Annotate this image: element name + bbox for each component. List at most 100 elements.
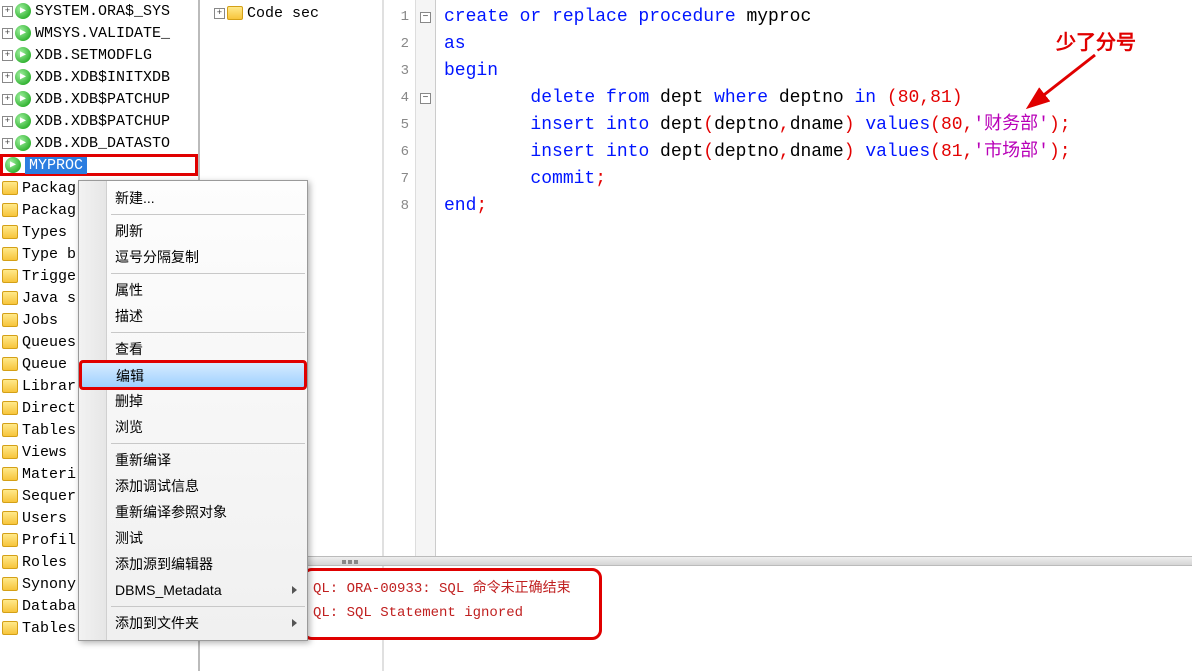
expand-icon[interactable]: + bbox=[2, 72, 13, 83]
folder-icon bbox=[2, 467, 18, 481]
tree-item-label: Type b bbox=[22, 246, 76, 263]
folder-icon bbox=[2, 555, 18, 569]
tree-item-procedure[interactable]: +▶XDB.XDB$PATCHUP bbox=[0, 88, 198, 110]
folder-icon bbox=[2, 379, 18, 393]
expand-icon[interactable]: + bbox=[2, 28, 13, 39]
expand-icon[interactable]: + bbox=[2, 94, 13, 105]
annotation-arrow bbox=[1020, 50, 1110, 110]
menu-item[interactable]: 描述 bbox=[79, 303, 307, 329]
menu-separator bbox=[111, 273, 305, 274]
expand-icon[interactable]: + bbox=[2, 50, 13, 61]
menu-item[interactable]: 添加调试信息 bbox=[79, 473, 307, 499]
tree-item-label: Roles bbox=[22, 554, 67, 571]
tree-item-label: Java s bbox=[22, 290, 76, 307]
tree-item-myproc[interactable]: ▶ MYPROC bbox=[0, 154, 198, 176]
menu-item[interactable]: 刷新 bbox=[79, 218, 307, 244]
menu-separator bbox=[111, 214, 305, 215]
tree-item-label: Packag bbox=[22, 202, 76, 219]
menu-item-label: 新建... bbox=[115, 190, 155, 206]
menu-item[interactable]: DBMS_Metadata bbox=[79, 577, 307, 603]
menu-item-label: 描述 bbox=[115, 308, 143, 324]
tree-item-label: Profil bbox=[22, 532, 76, 549]
menu-item-label: 删掉 bbox=[115, 393, 143, 409]
fold-gutter: − − bbox=[416, 0, 436, 560]
error-line: QL: ORA-00933: SQL 命令未正确结束 bbox=[313, 577, 591, 601]
procedure-icon: ▶ bbox=[15, 91, 31, 107]
menu-item-label: DBMS_Metadata bbox=[115, 582, 222, 598]
tree-item-procedure[interactable]: +▶SYSTEM.ORA$_SYS bbox=[0, 0, 198, 22]
line-number: 1 bbox=[386, 4, 409, 31]
line-number: 4 bbox=[386, 85, 409, 112]
tree-item-label: Librar bbox=[22, 378, 76, 395]
submenu-arrow-icon bbox=[292, 619, 297, 627]
tree-item-procedure[interactable]: +▶XDB.SETMODFLG bbox=[0, 44, 198, 66]
line-number: 8 bbox=[386, 193, 409, 220]
tree-item-procedure[interactable]: +▶XDB.XDB$PATCHUP bbox=[0, 110, 198, 132]
menu-item-label: 添加调试信息 bbox=[115, 478, 199, 494]
tree-item-label: XDB.XDB$PATCHUP bbox=[35, 113, 170, 130]
folder-icon bbox=[2, 577, 18, 591]
folder-icon bbox=[2, 401, 18, 415]
fold-icon[interactable]: − bbox=[420, 12, 431, 23]
tree-item-label: Packag bbox=[22, 180, 76, 197]
expand-icon[interactable]: + bbox=[2, 138, 13, 149]
tree-item-label: Queues bbox=[22, 334, 76, 351]
folder-icon bbox=[2, 203, 18, 217]
tree-item-procedure[interactable]: +▶XDB.XDB_DATASTO bbox=[0, 132, 198, 154]
outline-item[interactable]: + Code sec bbox=[206, 0, 382, 26]
procedure-icon: ▶ bbox=[15, 47, 31, 63]
tree-item-label: MYPROC bbox=[25, 157, 87, 174]
outline-label: Code sec bbox=[247, 5, 319, 22]
menu-item-label: 属性 bbox=[115, 282, 143, 298]
menu-item[interactable]: 浏览 bbox=[79, 414, 307, 440]
tree-item-label: XDB.SETMODFLG bbox=[35, 47, 152, 64]
menu-item[interactable]: 添加到文件夹 bbox=[79, 610, 307, 636]
tree-item-label: XDB.XDB$PATCHUP bbox=[35, 91, 170, 108]
submenu-arrow-icon bbox=[292, 586, 297, 594]
tree-item-label: Jobs bbox=[22, 312, 58, 329]
tree-item-label: XDB.XDB_DATASTO bbox=[35, 135, 170, 152]
horizontal-splitter[interactable] bbox=[302, 556, 1192, 566]
fold-icon[interactable]: − bbox=[420, 93, 431, 104]
tree-item-label: Direct bbox=[22, 400, 76, 417]
tree-item-label: Types bbox=[22, 224, 67, 241]
menu-item[interactable]: 删掉 bbox=[79, 388, 307, 414]
menu-item-label: 添加到文件夹 bbox=[115, 615, 199, 631]
folder-icon bbox=[2, 511, 18, 525]
procedure-icon: ▶ bbox=[5, 157, 21, 173]
tree-item-label: Trigge bbox=[22, 268, 76, 285]
tree-item-procedure[interactable]: +▶WMSYS.VALIDATE_ bbox=[0, 22, 198, 44]
folder-icon bbox=[2, 621, 18, 635]
menu-item[interactable]: 测试 bbox=[79, 525, 307, 551]
folder-icon bbox=[2, 533, 18, 547]
line-number: 2 bbox=[386, 31, 409, 58]
expand-icon[interactable]: + bbox=[214, 8, 225, 19]
menu-item[interactable]: 查看 bbox=[79, 336, 307, 362]
expand-icon[interactable]: + bbox=[2, 116, 13, 127]
tree-item-procedure[interactable]: +▶XDB.XDB$INITXDB bbox=[0, 66, 198, 88]
menu-separator bbox=[111, 606, 305, 607]
folder-icon bbox=[2, 423, 18, 437]
menu-separator bbox=[111, 443, 305, 444]
tree-item-label: Users bbox=[22, 510, 67, 527]
expand-icon[interactable]: + bbox=[2, 6, 13, 17]
folder-icon bbox=[2, 357, 18, 371]
menu-item[interactable]: 添加源到编辑器 bbox=[79, 551, 307, 577]
menu-item-label: 刷新 bbox=[115, 223, 143, 239]
menu-item[interactable]: 属性 bbox=[79, 277, 307, 303]
tree-item-label: Synony bbox=[22, 576, 76, 593]
procedure-icon: ▶ bbox=[15, 69, 31, 85]
menu-item[interactable]: 新建... bbox=[79, 185, 307, 211]
procedure-icon: ▶ bbox=[15, 3, 31, 19]
error-line: QL: SQL Statement ignored bbox=[313, 601, 591, 625]
menu-item[interactable]: 重新编译参照对象 bbox=[79, 499, 307, 525]
menu-item[interactable]: 逗号分隔复制 bbox=[79, 244, 307, 270]
line-number: 5 bbox=[386, 112, 409, 139]
context-menu: 新建... 刷新逗号分隔复制属性描述查看编辑删掉浏览重新编译添加调试信息重新编译参… bbox=[78, 180, 308, 641]
menu-item[interactable]: 编辑 bbox=[81, 362, 305, 388]
folder-icon bbox=[2, 445, 18, 459]
folder-icon bbox=[227, 6, 243, 20]
menu-item[interactable]: 重新编译 bbox=[79, 447, 307, 473]
procedure-icon: ▶ bbox=[15, 135, 31, 151]
procedure-icon: ▶ bbox=[15, 113, 31, 129]
